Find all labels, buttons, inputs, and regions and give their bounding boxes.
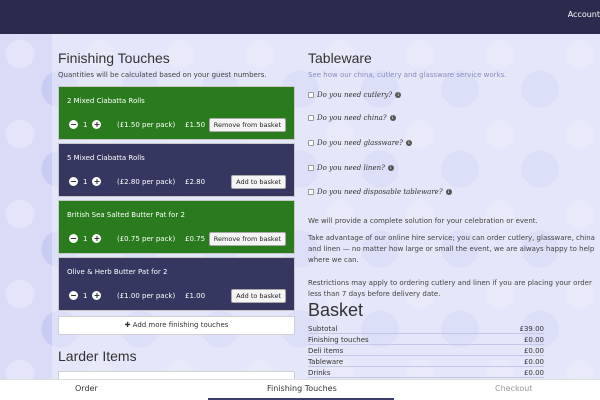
basket-row-label: Subtotal [308, 325, 338, 333]
linen-checkbox[interactable] [308, 165, 314, 171]
remove-from-basket-button[interactable]: Remove from basket [208, 118, 286, 132]
china-question[interactable]: Do you need china? i [308, 114, 396, 122]
tableware-intro-text: We will provide a complete solution for … [308, 217, 538, 225]
per-pack-price: (£0.75 per pack) [117, 235, 176, 243]
linen-question[interactable]: Do you need linen? i [308, 164, 394, 172]
cutlery-checkbox[interactable] [308, 92, 314, 98]
basket-title: Basket [308, 300, 364, 320]
item-price: £1.50 [185, 121, 206, 129]
minus-icon[interactable]: − [69, 120, 78, 129]
basket-row: Drinks £0.00 [308, 369, 544, 378]
basket-row-label: Drinks [308, 369, 331, 377]
item-price: £2.80 [185, 178, 206, 186]
add-to-basket-button[interactable]: Add to basket [231, 289, 286, 303]
product-card: Olive & Herb Butter Pat for 2 − 1 + (£1.… [58, 257, 295, 311]
disposable-tableware-question[interactable]: Do you need disposable tableware? i [308, 188, 452, 196]
tableware-title: Tableware [308, 50, 372, 66]
question-label: Do you need china? [317, 114, 387, 122]
china-checkbox[interactable] [308, 115, 314, 121]
basket-row: Subtotal £39.00 [308, 325, 544, 334]
add-more-finishing-touches-button[interactable]: ✚ Add more finishing touches [58, 316, 295, 335]
tableware-restrictions-text: Restrictions may apply to ordering cutle… [308, 279, 592, 298]
per-pack-price: (£1.50 per pack) [117, 121, 176, 129]
basket-row-value: £0.00 [523, 358, 544, 366]
quantity-value: 1 [83, 291, 88, 300]
add-more-label: Add more finishing touches [132, 321, 229, 329]
tableware-section-header: Tableware See how our china, cutlery and… [308, 50, 598, 79]
product-card: 2 Mixed Ciabatta Rolls − 1 + (£1.50 per … [58, 86, 295, 140]
info-icon[interactable]: i [445, 189, 452, 195]
minus-icon[interactable]: − [69, 291, 78, 300]
basket-row-label: Deli items [308, 347, 344, 355]
info-icon[interactable]: i [389, 115, 396, 121]
tab-checkout[interactable]: Checkout [495, 384, 532, 393]
bottom-step-nav: Order Finishing Touches Checkout [0, 379, 600, 400]
basket-row-value: £0.00 [523, 336, 544, 344]
finishing-section-header: Finishing Touches Quantities will be cal… [58, 50, 296, 79]
plus-icon[interactable]: + [92, 120, 102, 129]
basket-row: Tableware £0.00 [308, 358, 544, 367]
info-icon[interactable]: i [405, 140, 412, 146]
tableware-hire-text: Take advantage of our online hire servic… [308, 234, 595, 264]
main-content: Finishing Touches Quantities will be cal… [52, 34, 600, 381]
minus-icon[interactable]: − [69, 177, 78, 186]
product-name: Olive & Herb Butter Pat for 2 [67, 268, 168, 276]
product-name: 5 Mixed Ciabatta Rolls [67, 154, 145, 162]
quantity-stepper: − 1 + [69, 177, 102, 186]
quantity-stepper: − 1 + [69, 234, 102, 243]
product-card: 5 Mixed Ciabatta Rolls − 1 + (£2.80 per … [58, 143, 295, 197]
basket-row-label: Finishing touches [308, 336, 369, 344]
glassware-checkbox[interactable] [308, 140, 314, 146]
plus-icon[interactable]: + [92, 291, 102, 300]
item-price: £0.75 [185, 235, 206, 243]
question-label: Do you need cutlery? [317, 91, 393, 99]
minus-icon[interactable]: − [69, 234, 78, 243]
question-label: Do you need disposable tableware? [317, 188, 443, 196]
remove-from-basket-button[interactable]: Remove from basket [208, 232, 286, 246]
basket-row-label: Tableware [308, 358, 344, 366]
product-card: British Sea Salted Butter Pat for 2 − 1 … [58, 200, 295, 254]
larder-title: Larder Items [58, 348, 137, 364]
info-icon[interactable]: i [395, 92, 402, 98]
cutlery-question[interactable]: Do you need cutlery? i [308, 91, 402, 99]
account-link[interactable]: Account [568, 10, 600, 19]
plus-icon[interactable]: + [92, 234, 102, 243]
basket-row-value: £0.00 [523, 369, 544, 377]
basket-row-value: £0.00 [523, 347, 544, 355]
tab-order[interactable]: Order [75, 384, 98, 393]
plus-icon: ✚ [124, 321, 133, 329]
finishing-subtitle: Quantities will be calculated based on y… [58, 71, 267, 79]
tab-finishing-touches[interactable]: Finishing Touches [267, 384, 337, 393]
product-name: British Sea Salted Butter Pat for 2 [67, 211, 185, 219]
question-label: Do you need linen? [317, 164, 385, 172]
glassware-question[interactable]: Do you need glassware? i [308, 139, 412, 147]
quantity-stepper: − 1 + [69, 120, 102, 129]
tableware-info-link[interactable]: See how our china, cutlery and glassware… [308, 71, 598, 79]
quantity-value: 1 [83, 120, 88, 129]
top-header: Account [0, 0, 600, 34]
add-to-basket-button[interactable]: Add to basket [231, 175, 286, 189]
item-price: £1.00 [185, 292, 206, 300]
product-name: 2 Mixed Ciabatta Rolls [67, 97, 145, 105]
per-pack-price: (£1.00 per pack) [117, 292, 176, 300]
per-pack-price: (£2.80 per pack) [117, 178, 176, 186]
quantity-stepper: − 1 + [69, 291, 102, 300]
disposable-checkbox[interactable] [308, 189, 314, 195]
quantity-value: 1 [83, 234, 88, 243]
basket-row: Deli items £0.00 [308, 347, 544, 356]
quantity-value: 1 [83, 177, 88, 186]
basket-row: Finishing touches £0.00 [308, 336, 544, 345]
question-label: Do you need glassware? [317, 139, 403, 147]
finishing-title: Finishing Touches [58, 50, 170, 66]
basket-row-value: £39.00 [519, 325, 545, 333]
info-icon[interactable]: i [387, 165, 394, 171]
plus-icon[interactable]: + [92, 177, 102, 186]
